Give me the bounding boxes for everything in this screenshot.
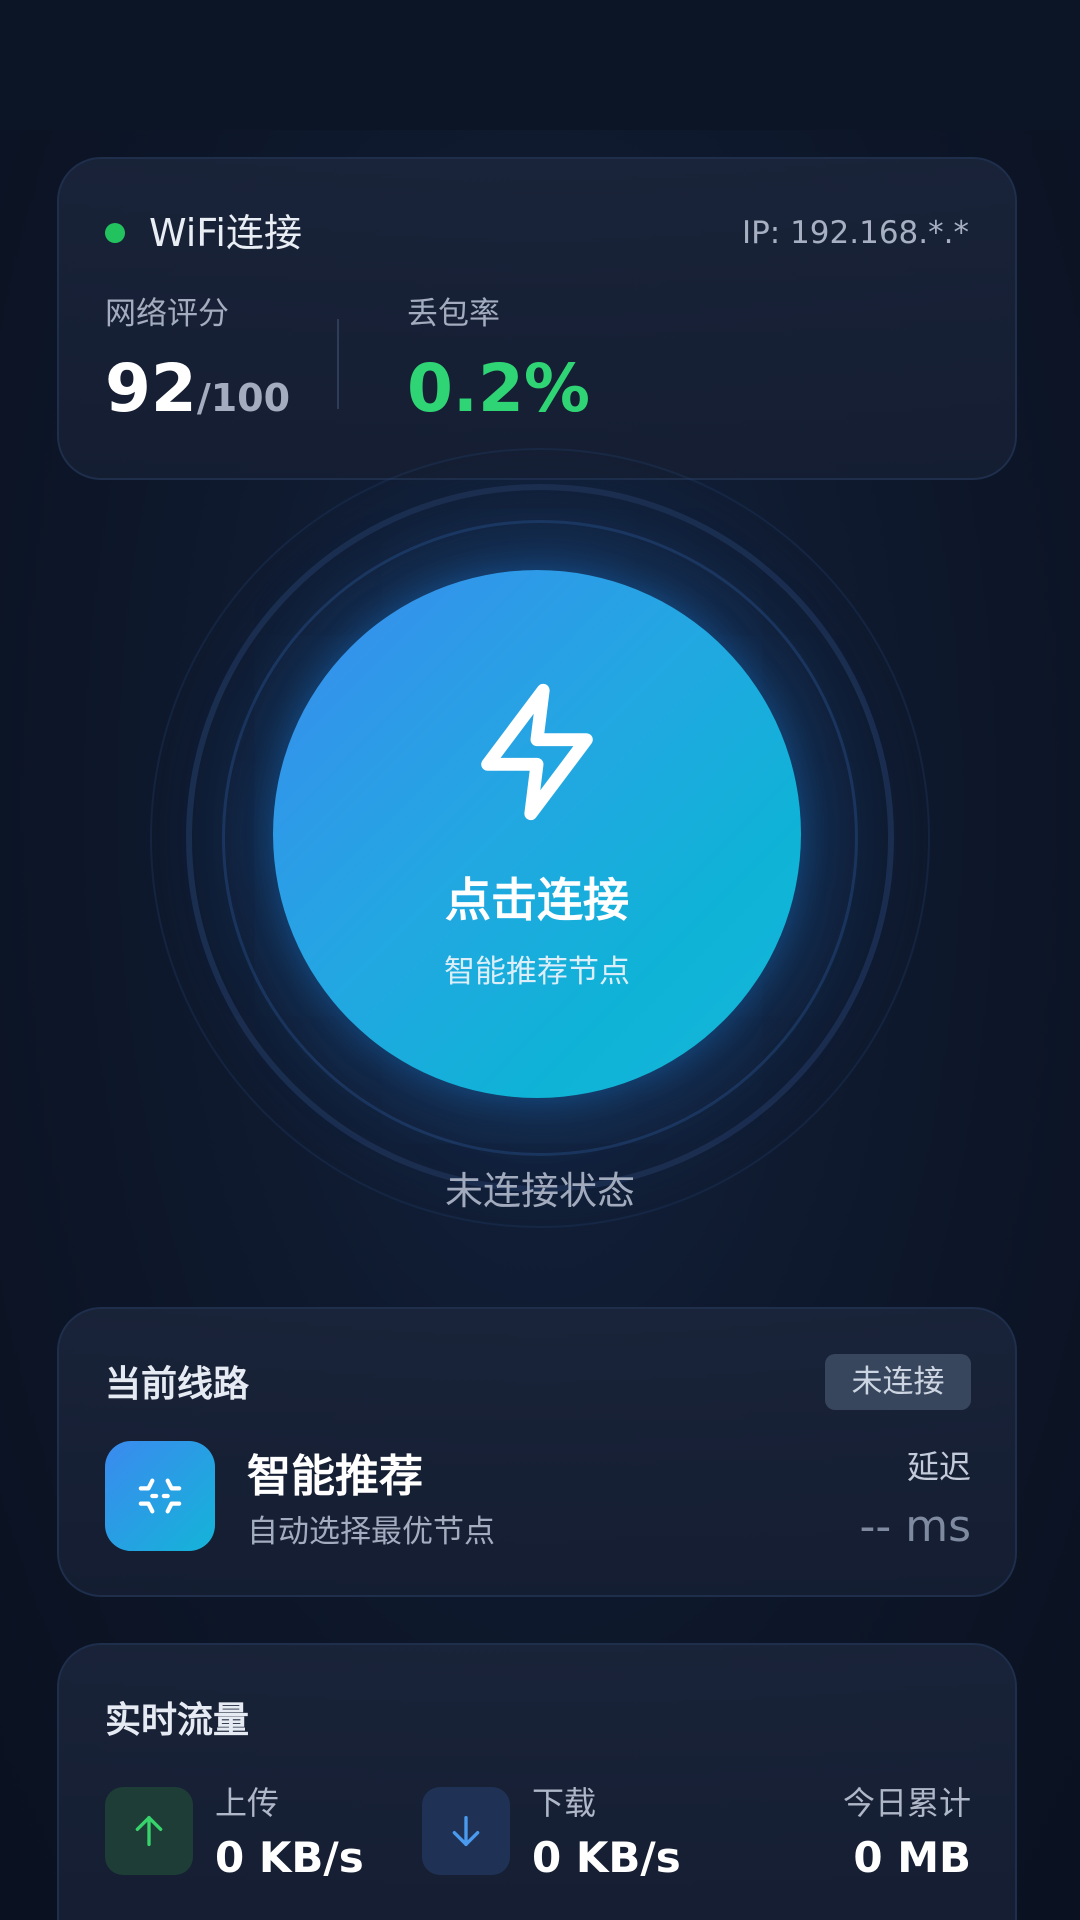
network-score-max: /100 xyxy=(196,376,291,420)
upload-speed: 0 KB/s xyxy=(215,1833,364,1882)
packet-loss-value: 0.2% xyxy=(407,350,591,427)
today-total-value: 0 MB xyxy=(853,1833,971,1882)
latency-value: -- ms xyxy=(859,1501,971,1552)
arrow-down-icon xyxy=(452,1816,480,1846)
route-icon-tile xyxy=(105,1441,215,1551)
stat-divider xyxy=(337,319,339,409)
route-name: 智能推荐 xyxy=(247,1451,423,1502)
connect-button-subtitle: 智能推荐节点 xyxy=(444,954,630,990)
connect-button-label: 点击连接 xyxy=(445,873,629,927)
ip-address: IP: 192.168.*.* xyxy=(741,215,969,251)
latency-label: 延迟 xyxy=(906,1448,971,1486)
today-total-label: 今日累计 xyxy=(842,1784,971,1822)
download-label: 下载 xyxy=(532,1784,597,1822)
route-description: 自动选择最优节点 xyxy=(247,1514,495,1550)
connection-status-dot xyxy=(105,223,125,243)
traffic-card-title: 实时流量 xyxy=(105,1700,250,1741)
upload-label: 上传 xyxy=(215,1784,280,1822)
route-optimize-icon xyxy=(138,1478,182,1514)
network-score-value: 92 xyxy=(105,350,197,427)
lightning-bolt-icon xyxy=(481,683,593,821)
connection-type-label: WiFi连接 xyxy=(149,211,302,255)
network-info-card: WiFi连接 IP: 192.168.*.* 网络评分 92/100 丢包率 0… xyxy=(57,157,1017,480)
download-icon-tile xyxy=(422,1787,510,1875)
realtime-traffic-card: 实时流量 上传 0 KB/s 下载 0 KB/s 今日累计 0 MB xyxy=(57,1643,1017,1920)
status-bar-area xyxy=(0,0,1080,130)
app-screen: WiFi连接 IP: 192.168.*.* 网络评分 92/100 丢包率 0… xyxy=(0,0,1080,1920)
download-speed: 0 KB/s xyxy=(532,1833,681,1882)
network-score: 92/100 xyxy=(105,349,290,446)
route-status-badge: 未连接 xyxy=(825,1354,971,1410)
connection-status-text: 未连接状态 xyxy=(444,1169,635,1213)
packet-loss-label: 丢包率 xyxy=(407,296,500,332)
upload-icon-tile xyxy=(105,1787,193,1875)
route-card-title: 当前线路 xyxy=(105,1364,250,1405)
current-route-card[interactable]: 当前线路 未连接 智能推荐 自动选择最优节点 延迟 -- ms xyxy=(57,1307,1017,1597)
arrow-up-icon xyxy=(135,1816,163,1846)
connect-button[interactable]: 点击连接 智能推荐节点 xyxy=(273,570,801,1098)
network-score-label: 网络评分 xyxy=(105,296,229,332)
